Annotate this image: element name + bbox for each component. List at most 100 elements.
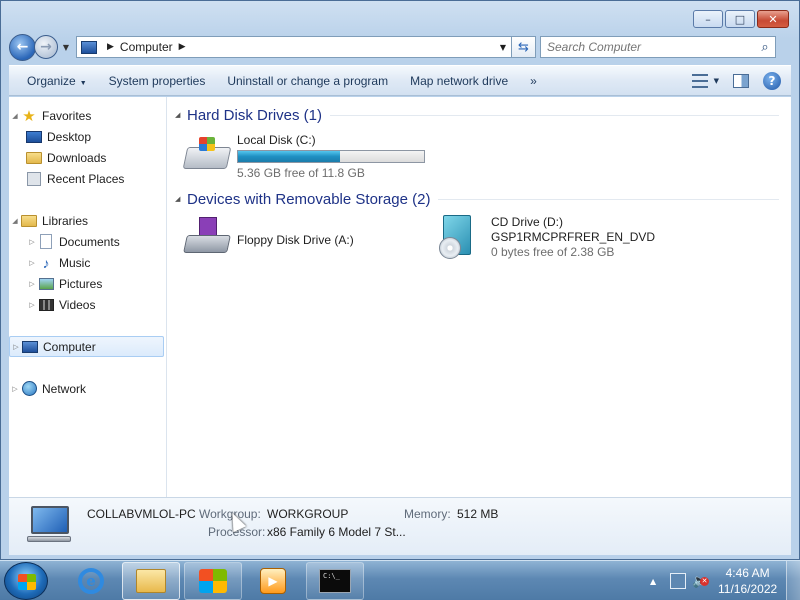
clock-date: 11/16/2022 (718, 582, 778, 596)
drive-name: Floppy Disk Drive (A:) (237, 233, 354, 247)
search-box[interactable]: ⌕ (540, 36, 776, 58)
breadcrumb-separator-icon[interactable]: ▶ (107, 42, 114, 52)
drive-name: Local Disk (C:) (237, 133, 316, 147)
libraries-icon (21, 213, 37, 229)
network-status-icon[interactable] (670, 573, 686, 589)
system-properties-button[interactable]: System properties (101, 74, 220, 88)
windows-logo-icon (199, 569, 227, 593)
refresh-button[interactable]: ⇆ (512, 36, 536, 58)
desktop-icon (26, 129, 42, 145)
more-commands-button[interactable]: » (522, 74, 545, 88)
memory-value: 512 MB (457, 507, 499, 521)
expanded-arrow-icon[interactable]: ◢ (9, 217, 21, 225)
search-icon[interactable]: ⌕ (755, 40, 775, 55)
collapsed-arrow-icon[interactable]: ▷ (26, 259, 38, 267)
nav-item-computer[interactable]: ▷ Computer (9, 336, 164, 357)
taskbar-internet-explorer[interactable]: e (62, 562, 120, 600)
computer-monitor-icon (27, 506, 71, 544)
forward-button[interactable]: → (34, 35, 58, 59)
address-dropdown-icon[interactable]: ▼ (495, 43, 511, 52)
view-list-icon (691, 73, 708, 88)
group-divider (438, 198, 779, 200)
back-button[interactable]: ← (9, 33, 36, 61)
nav-item-network[interactable]: ▷ Network (9, 378, 166, 399)
taskbar: e ▶ C:\_ ▲ 🔈✕ 4:46 AM 11/16/2022 (0, 560, 800, 600)
nav-item-music[interactable]: ▷ ♪ Music (9, 252, 166, 273)
breadcrumb-separator-icon[interactable]: ▶ (179, 42, 186, 52)
organize-button[interactable]: Organize ▼ (19, 74, 101, 88)
collapsed-arrow-icon[interactable]: ▷ (26, 238, 38, 246)
preview-pane-icon[interactable] (733, 73, 749, 88)
search-input[interactable] (547, 40, 755, 54)
start-button[interactable] (4, 562, 48, 600)
show-hidden-icons-icon[interactable]: ▲ (650, 577, 662, 586)
group-collapse-icon[interactable]: ◢ (175, 111, 187, 119)
map-network-drive-button[interactable]: Map network drive (402, 74, 522, 88)
nav-label: Videos (59, 297, 96, 312)
nav-item-desktop[interactable]: Desktop (9, 126, 166, 147)
memory-label: Memory: (404, 507, 451, 521)
recent-places-icon (26, 171, 42, 187)
pictures-icon (38, 276, 54, 292)
nav-item-recent-places[interactable]: Recent Places (9, 168, 166, 189)
collapsed-arrow-icon[interactable]: ▷ (9, 385, 21, 393)
maximize-button[interactable]: □ (725, 10, 755, 28)
recent-pages-dropdown[interactable]: ▼ (60, 43, 72, 52)
collapsed-arrow-icon[interactable]: ▷ (10, 343, 22, 351)
disk-usage-fill (238, 151, 340, 162)
group-collapse-icon[interactable]: ◢ (175, 195, 187, 203)
show-desktop-button[interactable] (786, 561, 800, 600)
nav-item-libraries[interactable]: ◢ Libraries (9, 210, 166, 231)
collapsed-arrow-icon[interactable]: ▷ (26, 301, 38, 309)
nav-label: Libraries (42, 213, 89, 228)
nav-label: Recent Places (47, 171, 125, 186)
organize-label: Organize (27, 73, 76, 88)
nav-item-favorites[interactable]: ◢ ★ Favorites (9, 105, 166, 126)
workgroup-value: WORKGROUP (267, 507, 349, 521)
nav-item-downloads[interactable]: Downloads (9, 147, 166, 168)
internet-explorer-icon: e (78, 568, 104, 594)
uninstall-program-button[interactable]: Uninstall or change a program (219, 74, 402, 88)
group-header-removable[interactable]: ◢ Devices with Removable Storage (2) (175, 189, 791, 209)
cd-drive-icon (437, 215, 487, 259)
help-icon[interactable]: ? (763, 71, 781, 90)
taskbar-media-player[interactable]: ▶ (244, 562, 302, 600)
network-icon (21, 381, 37, 397)
nav-label: Favorites (42, 108, 92, 123)
nav-item-pictures[interactable]: ▷ Pictures (9, 273, 166, 294)
group-header-hard-disks[interactable]: ◢ Hard Disk Drives (1) (175, 105, 791, 125)
nav-item-videos[interactable]: ▷ Videos (9, 294, 166, 315)
system-tray: ▲ 🔈✕ 4:46 AM 11/16/2022 (640, 561, 800, 600)
nav-label: Documents (59, 234, 120, 249)
close-button[interactable]: ✕ (757, 10, 789, 28)
content-pane: ◢ Hard Disk Drives (1) Local Disk (C:) 5… (167, 97, 791, 497)
collapsed-arrow-icon[interactable]: ▷ (26, 280, 38, 288)
breadcrumb-computer[interactable]: Computer (120, 40, 173, 54)
chevron-down-icon: ▼ (713, 76, 719, 85)
address-bar[interactable]: ▶ Computer ▶ ▼ (76, 36, 512, 58)
nav-item-documents[interactable]: ▷ Documents (9, 231, 166, 252)
nav-label: Pictures (59, 276, 103, 291)
main-panes: ◢ ★ Favorites Desktop Downloads Recent P… (9, 97, 791, 497)
change-view-button[interactable]: ▼ (691, 73, 719, 88)
navigation-pane: ◢ ★ Favorites Desktop Downloads Recent P… (9, 97, 167, 497)
nav-label: Network (42, 381, 87, 396)
nav-label: Downloads (47, 150, 107, 165)
drive-floppy-a[interactable]: Floppy Disk Drive (A:) (183, 215, 354, 257)
floppy-drive-icon (183, 215, 233, 257)
clock[interactable]: 4:46 AM 11/16/2022 (718, 565, 777, 597)
volume-muted-icon[interactable]: 🔈✕ (692, 574, 709, 589)
drive-cd-d[interactable]: CD Drive (D:) GSP1RMCPRFRER_EN_DVD 0 byt… (437, 215, 655, 260)
minimize-button[interactable]: – (693, 10, 723, 28)
taskbar-windows-explorer[interactable] (122, 562, 180, 600)
drive-free-space: 5.36 GB free of 11.8 GB (237, 166, 365, 180)
media-player-icon: ▶ (260, 568, 286, 594)
drive-local-disk-c[interactable]: Local Disk (C:) 5.36 GB free of 11.8 GB (182, 133, 425, 181)
taskbar-windows-update[interactable] (184, 562, 242, 600)
downloads-folder-icon (26, 150, 42, 166)
expanded-arrow-icon[interactable]: ◢ (9, 112, 21, 120)
group-title: Devices with Removable Storage (2) (187, 190, 431, 208)
drive-free-space: 0 bytes free of 2.38 GB (491, 245, 615, 259)
taskbar-command-prompt[interactable]: C:\_ (306, 562, 364, 600)
folder-icon (136, 569, 166, 593)
